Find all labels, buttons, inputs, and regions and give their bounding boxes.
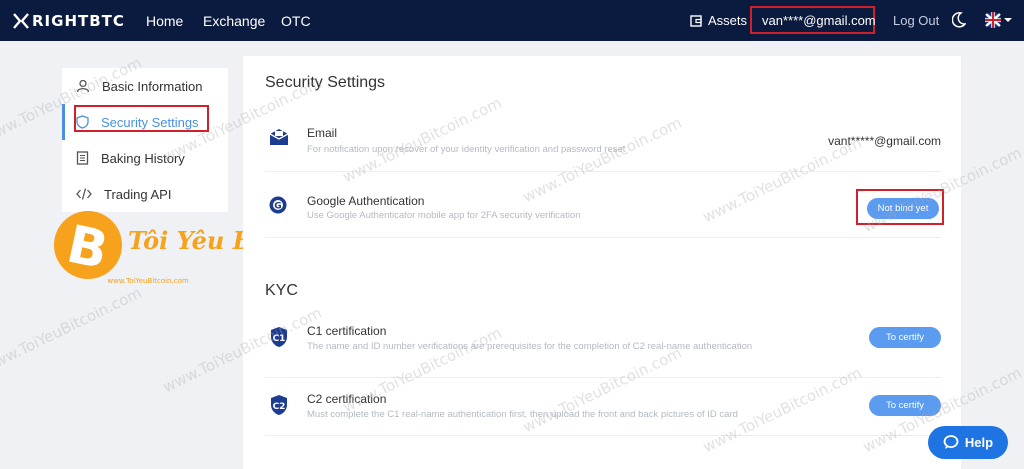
- security-settings-title: Security Settings: [265, 74, 386, 91]
- code-icon: [76, 188, 92, 200]
- user-email: van****@gmail.com: [762, 12, 876, 28]
- sidebar-item-security-settings[interactable]: Security Settings: [62, 104, 228, 140]
- user-account-menu[interactable]: van****@gmail.com: [750, 6, 876, 34]
- email-title: Email: [307, 126, 338, 140]
- c1-title: C1 certification: [307, 324, 387, 338]
- certificate-badge-icon: C1: [271, 327, 287, 347]
- security-panel: Security Settings Email For notification…: [243, 56, 961, 469]
- c2-to-certify-button[interactable]: To certify: [869, 395, 941, 416]
- email-value: vant*****@gmail.com: [828, 134, 941, 148]
- rightbtc-logo-icon: [13, 13, 29, 29]
- chat-bubble-icon: [943, 435, 959, 449]
- document-icon: [76, 151, 89, 165]
- assets-link[interactable]: Assets: [690, 13, 747, 28]
- kyc-title: KYC: [265, 282, 298, 299]
- c1-certification-row: C1 C1 certification The name and ID numb…: [265, 314, 941, 378]
- c2-title: C2 certification: [307, 392, 387, 406]
- svg-text:C1: C1: [273, 334, 286, 344]
- help-label: Help: [964, 435, 994, 450]
- highlight-box: [74, 105, 209, 132]
- top-navbar: RIGHTBTC Home Exchange OTC Assets van***…: [0, 0, 1024, 41]
- uk-flag-icon: [985, 12, 1001, 28]
- logout-link[interactable]: Log Out: [893, 13, 939, 28]
- chevron-down-icon: [1004, 18, 1012, 22]
- nav-otc[interactable]: OTC: [281, 13, 311, 29]
- sidebar-item-label: Basic Information: [102, 78, 203, 94]
- google-authenticator-icon: G: [269, 196, 287, 214]
- brand-name: RIGHTBTC: [32, 12, 125, 30]
- moon-icon[interactable]: [952, 12, 966, 28]
- watermark-logo-url: www.ToiYeuBitcoin.com: [107, 277, 189, 285]
- google-auth-title: Google Authentication: [307, 194, 425, 208]
- nav-home[interactable]: Home: [146, 13, 183, 29]
- toiyeubitcoin-watermark-logo: B Tôi Yêu BITCOIN www.ToiYeuBitcoin.com: [54, 211, 253, 285]
- nav-exchange[interactable]: Exchange: [203, 13, 265, 29]
- certificate-badge-icon: C2: [271, 395, 287, 415]
- account-sidebar: Basic Information Security Settings Baki…: [62, 68, 228, 212]
- watermark-logo-title: Tôi Yêu BITCOIN: [128, 226, 253, 255]
- svg-text:G: G: [274, 202, 281, 212]
- c2-certification-row: C2 C2 certification Must complete the C1…: [265, 378, 941, 436]
- language-selector[interactable]: [984, 12, 1012, 28]
- email-row: Email For notification upon recover of y…: [265, 114, 941, 172]
- sidebar-item-baking-history[interactable]: Baking History: [62, 140, 228, 176]
- highlight-box: [856, 189, 944, 225]
- sidebar-item-label: Baking History: [101, 150, 185, 166]
- email-description: For notification upon recover of your id…: [307, 144, 626, 155]
- google-auth-description: Use Google Authenticator mobile app for …: [307, 210, 581, 221]
- sidebar-item-label: Trading API: [104, 186, 172, 202]
- brand-logo[interactable]: RIGHTBTC: [12, 11, 125, 31]
- c2-description: Must complete the C1 real-name authentic…: [307, 409, 738, 420]
- google-auth-row: G Google Authentication Use Google Authe…: [265, 172, 941, 238]
- watermark-text: www.ToiYeuBitcoin.com: [0, 283, 145, 377]
- email-icon: [269, 129, 289, 145]
- user-icon: [76, 79, 90, 93]
- c1-description: The name and ID number verifications are…: [307, 341, 753, 352]
- c1-to-certify-button[interactable]: To certify: [869, 327, 941, 348]
- wallet-icon: [690, 14, 702, 27]
- assets-label: Assets: [708, 13, 748, 28]
- svg-text:C2: C2: [273, 402, 286, 412]
- sidebar-item-basic-information[interactable]: Basic Information: [62, 68, 228, 104]
- help-button[interactable]: Help: [928, 426, 1008, 459]
